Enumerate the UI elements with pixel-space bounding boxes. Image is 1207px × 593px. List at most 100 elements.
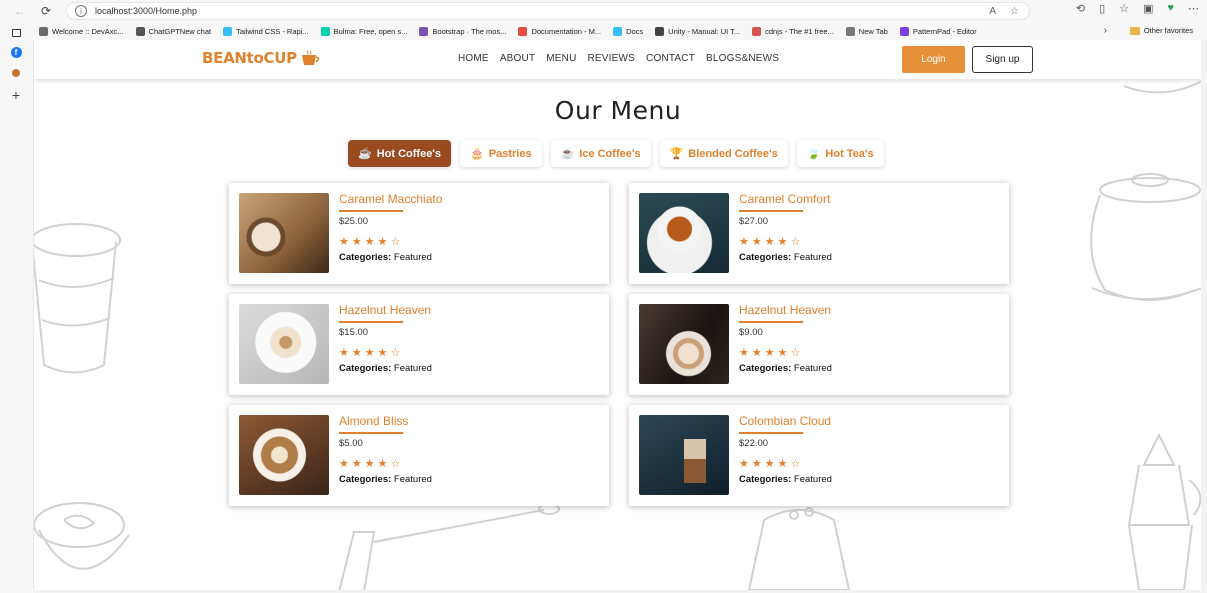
rating-stars-icon: ★★★★☆ bbox=[339, 346, 404, 359]
trophy-icon: 🏆 bbox=[669, 148, 684, 160]
product-name[interactable]: Almond Bliss bbox=[339, 414, 408, 428]
bookmark-item[interactable]: Welcome :: DevAxc... bbox=[33, 26, 130, 36]
bookmark-label: ChatGPTNew chat bbox=[148, 26, 212, 36]
tab-blended-coffees[interactable]: 🏆 Blended Coffee's bbox=[659, 140, 788, 167]
bookmarks-overflow-chevron-icon[interactable]: › bbox=[1104, 25, 1107, 36]
product-photo[interactable] bbox=[239, 304, 329, 384]
bookmark-item[interactable]: cdnjs - The #1 free... bbox=[746, 26, 840, 36]
back-icon[interactable]: ← bbox=[10, 1, 30, 21]
facebook-icon[interactable]: f bbox=[9, 45, 23, 59]
category-label: Categories: bbox=[339, 363, 392, 374]
tab-pastries[interactable]: 🎂 Pastries bbox=[460, 140, 542, 167]
tab-hot-coffees[interactable]: ☕ Hot Coffee's bbox=[348, 140, 452, 167]
main-nav: HOME ABOUT MENU REVIEWS CONTACT BLOGS&NE… bbox=[458, 53, 779, 64]
product-card[interactable]: Caramel Comfort $27.00 ★★★★☆ Categories: Fe… bbox=[629, 183, 1009, 284]
brand-logo[interactable]: BEANtoCUP bbox=[202, 49, 321, 67]
bookmark-item[interactable]: Documentation - M... bbox=[512, 26, 607, 36]
product-photo[interactable] bbox=[639, 415, 729, 495]
title-underline bbox=[739, 321, 803, 323]
tab-hot-teas[interactable]: 🍃 Hot Tea's bbox=[796, 140, 884, 167]
product-card[interactable]: Almond Bliss $5.00 ★★★★☆ Categories: Featur… bbox=[229, 405, 609, 506]
bookmarks-bar: Welcome :: DevAxc... ChatGPTNew chat Tailw… bbox=[33, 22, 1207, 40]
web-page: BEANtoCUP HOME ABOUT MENU REVIEWS CONTAC… bbox=[33, 40, 1201, 590]
tab-ice-coffees[interactable]: ☕ Ice Coffee's bbox=[550, 140, 651, 167]
info-icon[interactable]: i bbox=[75, 5, 87, 17]
tab-actions-icon[interactable] bbox=[9, 26, 23, 40]
bookmark-item[interactable]: Bootstrap · The mos... bbox=[413, 26, 512, 36]
bookmark-item[interactable]: Docs bbox=[607, 26, 649, 36]
split-screen-icon[interactable]: ▯ bbox=[1099, 2, 1105, 15]
product-name[interactable]: Caramel Macchiato bbox=[339, 192, 442, 206]
extensions-icon[interactable]: ⟲ bbox=[1076, 2, 1085, 15]
product-photo[interactable] bbox=[639, 193, 729, 273]
signup-button[interactable]: Sign up bbox=[972, 46, 1033, 73]
bookmark-favicon-icon bbox=[845, 26, 855, 36]
bookmark-label: Docs bbox=[626, 26, 644, 36]
category-label: Categories: bbox=[339, 474, 392, 485]
moka-pot-sketch bbox=[1127, 432, 1201, 590]
bookmark-item[interactable]: Bulma: Free, open s... bbox=[315, 26, 414, 36]
rating-stars-icon: ★★★★☆ bbox=[339, 235, 404, 248]
title-underline bbox=[739, 432, 803, 434]
category-label: Categories: bbox=[739, 363, 792, 374]
bookmark-item[interactable]: New Tab bbox=[840, 26, 894, 36]
tab-label: Ice Coffee's bbox=[579, 147, 641, 160]
read-aloud-icon[interactable]: A bbox=[989, 6, 996, 17]
site-tab-icon[interactable] bbox=[9, 66, 23, 80]
coffee-cup-icon: ☕ bbox=[358, 148, 372, 160]
rating-stars-icon: ★★★★☆ bbox=[739, 235, 804, 248]
bookmark-item[interactable]: ChatGPTNew chat bbox=[130, 26, 218, 36]
nav-reviews[interactable]: REVIEWS bbox=[588, 53, 636, 64]
product-card[interactable]: Caramel Macchiato $25.00 ★★★★☆ Categories: … bbox=[229, 183, 609, 284]
product-price: $15.00 bbox=[339, 327, 369, 338]
title-underline bbox=[339, 432, 403, 434]
refresh-icon[interactable]: ⟳ bbox=[36, 1, 56, 21]
add-tab-icon[interactable]: + bbox=[9, 87, 23, 103]
product-category: Categories: Featured bbox=[739, 363, 832, 374]
product-name[interactable]: Colombian Cloud bbox=[739, 414, 831, 428]
product-card[interactable]: Hazelnut Heaven $9.00 ★★★★☆ Categories: Fea… bbox=[629, 294, 1009, 395]
login-button[interactable]: Login bbox=[902, 46, 965, 73]
browser-essentials-icon[interactable]: ♥ bbox=[1167, 2, 1174, 15]
bookmark-item[interactable]: Tailwind CSS - Rapi... bbox=[217, 26, 315, 36]
product-name[interactable]: Hazelnut Heaven bbox=[739, 303, 831, 317]
nav-blogs-news[interactable]: BLOGS&NEWS bbox=[706, 53, 779, 64]
product-card[interactable]: Colombian Cloud $22.00 ★★★★☆ Categories: Fe… bbox=[629, 405, 1009, 506]
product-card[interactable]: Hazelnut Heaven $15.00 ★★★★☆ Categories: Fe… bbox=[229, 294, 609, 395]
latte-cup-sketch bbox=[34, 502, 130, 570]
product-name[interactable]: Hazelnut Heaven bbox=[339, 303, 431, 317]
other-favorites[interactable]: Other favorites bbox=[1129, 26, 1193, 35]
product-name[interactable]: Caramel Comfort bbox=[739, 192, 830, 206]
collections-icon[interactable]: ▣ bbox=[1143, 2, 1153, 15]
favorite-star-icon[interactable]: ☆ bbox=[1010, 6, 1019, 17]
product-photo[interactable] bbox=[239, 193, 329, 273]
bookmark-label: PatternPad - Editor bbox=[912, 26, 977, 36]
nav-home[interactable]: HOME bbox=[458, 53, 489, 64]
product-price: $9.00 bbox=[739, 327, 763, 338]
folder-icon bbox=[1129, 26, 1140, 35]
bookmark-item[interactable]: Unity - Manual: UI T... bbox=[649, 26, 746, 36]
site-header: BEANtoCUP HOME ABOUT MENU REVIEWS CONTAC… bbox=[34, 40, 1201, 79]
product-category: Categories: Featured bbox=[339, 363, 432, 374]
leaf-icon: 🍃 bbox=[806, 148, 821, 160]
product-category: Categories: Featured bbox=[339, 474, 432, 485]
nav-menu[interactable]: MENU bbox=[546, 53, 576, 64]
bookmark-favicon-icon bbox=[419, 26, 429, 36]
bookmark-favicon-icon bbox=[655, 26, 665, 36]
nav-contact[interactable]: CONTACT bbox=[646, 53, 695, 64]
bookmark-favicon-icon bbox=[223, 26, 233, 36]
product-photo[interactable] bbox=[639, 304, 729, 384]
favorites-icon[interactable]: ☆ bbox=[1119, 2, 1129, 15]
bookmark-label: Unity - Manual: UI T... bbox=[668, 26, 741, 36]
more-menu-icon[interactable]: ⋯ bbox=[1188, 2, 1199, 15]
address-bar[interactable]: i localhost:3000/Home.php A ☆ bbox=[66, 2, 1030, 20]
browser-toolbar: ← ⟳ i localhost:3000/Home.php A ☆ ⟲ ▯ ☆ … bbox=[0, 0, 1207, 22]
bookmark-item[interactable]: PatternPad - Editor bbox=[894, 26, 983, 36]
category-value: Featured bbox=[393, 252, 432, 263]
nav-about[interactable]: ABOUT bbox=[500, 53, 535, 64]
product-photo[interactable] bbox=[239, 415, 329, 495]
bookmark-favicon-icon bbox=[752, 26, 762, 36]
bookmark-label: cdnjs - The #1 free... bbox=[765, 26, 834, 36]
tab-label: Pastries bbox=[488, 147, 532, 160]
bookmark-favicon-icon bbox=[518, 26, 528, 36]
